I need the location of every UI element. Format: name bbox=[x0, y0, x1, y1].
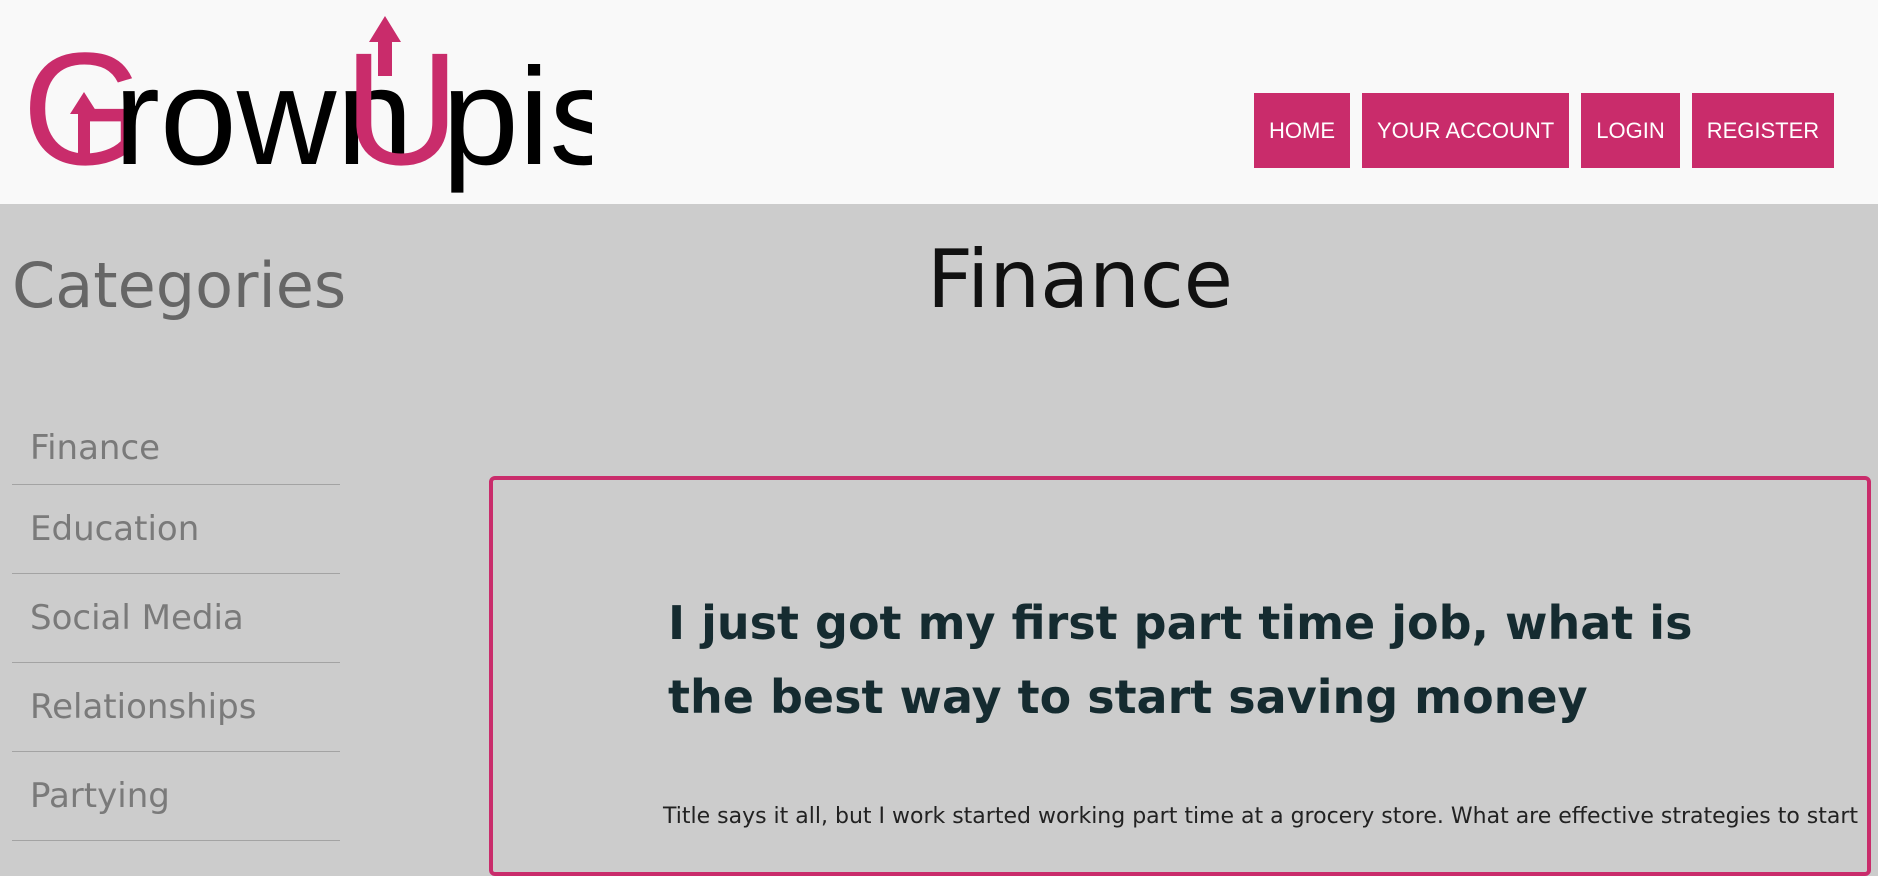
category-item-partying[interactable]: Partying bbox=[12, 752, 340, 841]
category-item-social-media[interactable]: Social Media bbox=[12, 574, 340, 663]
svg-text:pish: pish bbox=[442, 40, 592, 194]
category-item-education[interactable]: Education bbox=[12, 485, 340, 574]
category-item-finance[interactable]: Finance bbox=[12, 412, 340, 485]
your-account-button[interactable]: YOUR ACCOUNT bbox=[1362, 93, 1570, 168]
post-body: Title says it all, but I work started wo… bbox=[663, 804, 1859, 829]
post-title[interactable]: I just got my first part time job, what … bbox=[668, 586, 1728, 734]
category-list: Finance Education Social Media Relations… bbox=[12, 412, 340, 841]
grownupish-logo[interactable]: G rown U pish bbox=[22, 14, 592, 204]
category-item-relationships[interactable]: Relationships bbox=[12, 663, 340, 752]
home-button[interactable]: HOME bbox=[1254, 93, 1350, 168]
site-header: G rown U pish HOME YOUR ACCOUNT LOGIN RE… bbox=[0, 0, 1878, 204]
categories-heading: Categories bbox=[12, 249, 347, 322]
login-button[interactable]: LOGIN bbox=[1581, 93, 1680, 168]
main-nav: HOME YOUR ACCOUNT LOGIN REGISTER bbox=[1254, 93, 1835, 168]
register-button[interactable]: REGISTER bbox=[1691, 93, 1835, 168]
page-title: Finance bbox=[926, 233, 1234, 326]
